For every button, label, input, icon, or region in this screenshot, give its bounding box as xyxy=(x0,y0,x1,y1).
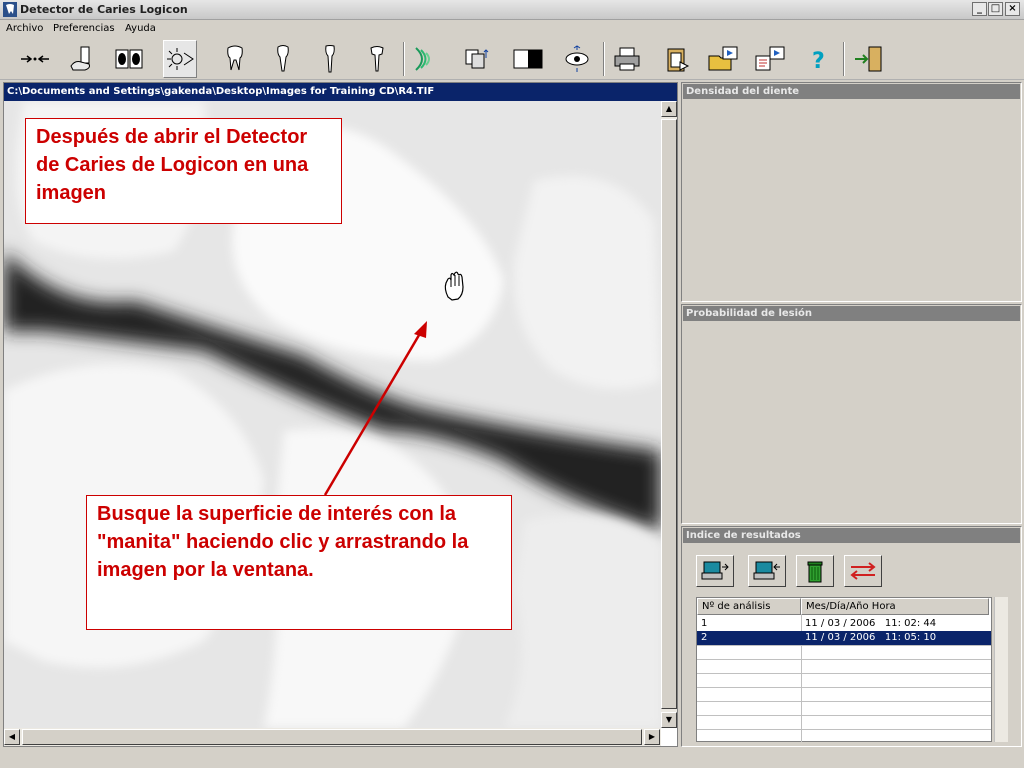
light-analysis-icon xyxy=(167,48,194,70)
image-vertical-scrollbar[interactable]: ▲ ▼ xyxy=(661,101,677,728)
help-button[interactable]: ? xyxy=(802,40,836,78)
exit-door-button[interactable] xyxy=(852,40,886,78)
save-result-icon xyxy=(753,561,780,580)
load-result-button[interactable] xyxy=(696,555,734,587)
export-report-button[interactable] xyxy=(754,40,788,78)
title-bar[interactable]: Detector de Caries Logicon _ □ × xyxy=(0,0,1024,20)
scroll-left-arrow-icon[interactable]: ◀ xyxy=(4,729,20,745)
compare-results-button[interactable] xyxy=(844,555,882,587)
image-path-title: C:\Documents and Settings\gakenda\Deskto… xyxy=(4,83,677,101)
table-row[interactable]: 1 11 / 03 / 2006 11: 02: 44 xyxy=(697,617,991,631)
app-window: Detector de Caries Logicon _ □ × Archivo… xyxy=(0,0,1024,768)
clipboard-icon xyxy=(667,48,690,72)
delete-result-button[interactable] xyxy=(796,555,834,587)
delete-trash-icon xyxy=(807,561,823,583)
window-title: Detector de Caries Logicon xyxy=(20,3,188,16)
single-root-tooth-button[interactable] xyxy=(266,40,300,78)
row-divider xyxy=(697,715,991,716)
view-eye-button[interactable] xyxy=(560,40,594,78)
menu-preferencias[interactable]: Preferencias xyxy=(53,23,115,34)
toolbar-separator xyxy=(403,42,405,76)
transfer-image-button[interactable] xyxy=(460,40,494,78)
menu-bar: Archivo Preferencias Ayuda xyxy=(0,20,1024,38)
results-table-scrollbar[interactable] xyxy=(994,597,1008,742)
view-eye-icon xyxy=(565,45,589,72)
table-row-selected[interactable]: 2 11 / 03 / 2006 11: 05: 10 xyxy=(697,631,991,645)
exit-door-icon xyxy=(855,46,882,72)
menu-ayuda[interactable]: Ayuda xyxy=(125,23,156,34)
molar-tooth-icon xyxy=(227,45,243,71)
contrast-toggle-icon xyxy=(513,49,543,69)
light-analysis-button[interactable] xyxy=(163,40,197,78)
menu-archivo[interactable]: Archivo xyxy=(6,23,43,34)
print-icon xyxy=(614,47,640,71)
row-divider xyxy=(697,645,991,646)
compare-arrows-icon xyxy=(850,562,876,580)
open-folder-button[interactable] xyxy=(707,40,741,78)
canine-tooth-button[interactable] xyxy=(360,40,394,78)
transfer-image-icon xyxy=(465,49,489,69)
row-divider xyxy=(697,729,991,730)
compare-images-icon xyxy=(115,49,143,69)
open-folder-icon xyxy=(708,46,738,71)
row-divider xyxy=(697,659,991,660)
callout-open-detector: Después de abrir el Detector de Caries d… xyxy=(25,118,342,224)
column-header-date-time[interactable]: Mes/Día/Año Hora xyxy=(801,598,989,615)
calibrate-hand-button[interactable] xyxy=(65,40,99,78)
row-datetime: 11 / 03 / 2006 11: 02: 44 xyxy=(805,618,937,629)
probability-panel: Probabilidad de lesión xyxy=(681,304,1022,524)
results-table: Nº de análisis Mes/Día/Año Hora 1 11 / 0… xyxy=(696,597,992,742)
molar-tooth-button[interactable] xyxy=(218,40,252,78)
help-icon: ? xyxy=(812,49,825,74)
print-button[interactable] xyxy=(610,40,644,78)
column-header-analysis-number[interactable]: Nº de análisis xyxy=(697,598,801,615)
canine-tooth-icon xyxy=(370,46,384,72)
toolbar-separator xyxy=(603,42,605,76)
row-analysis-number: 2 xyxy=(701,632,708,643)
clipboard-button[interactable] xyxy=(660,40,694,78)
density-wave-button[interactable] xyxy=(408,40,442,78)
results-panel-title: Indice de resultados xyxy=(683,528,1020,543)
toolbar-separator xyxy=(843,42,845,76)
density-wave-icon xyxy=(415,47,430,71)
close-button[interactable]: × xyxy=(1005,2,1020,16)
probability-panel-title: Probabilidad de lesión xyxy=(683,306,1020,321)
density-panel: Densidad del diente xyxy=(681,82,1022,302)
contrast-toggle-button[interactable] xyxy=(511,40,545,78)
premolar-tooth-button[interactable] xyxy=(313,40,347,78)
compare-images-button[interactable] xyxy=(112,40,146,78)
save-result-button[interactable] xyxy=(748,555,786,587)
maximize-button[interactable]: □ xyxy=(988,2,1003,16)
arrows-tool-icon xyxy=(21,55,49,63)
results-panel: Indice de resultados Nº de análisis Mes/… xyxy=(681,526,1022,747)
minimize-button[interactable]: _ xyxy=(972,2,987,16)
calibrate-hand-icon xyxy=(70,46,90,71)
scroll-down-arrow-icon[interactable]: ▼ xyxy=(661,712,677,728)
svg-text:?: ? xyxy=(812,49,825,74)
row-divider xyxy=(697,673,991,674)
density-panel-title: Densidad del diente xyxy=(683,84,1020,99)
arrows-tool-button[interactable] xyxy=(18,40,52,78)
row-analysis-number: 1 xyxy=(701,618,708,629)
load-result-icon xyxy=(701,561,729,580)
tooth-app-icon xyxy=(3,2,17,17)
row-datetime: 11 / 03 / 2006 11: 05: 10 xyxy=(805,632,937,643)
scroll-up-arrow-icon[interactable]: ▲ xyxy=(661,101,677,117)
export-report-icon xyxy=(755,46,785,71)
callout-drag-hand: Busque la superficie de interés con la "… xyxy=(86,495,512,630)
row-divider xyxy=(697,701,991,702)
single-root-tooth-icon xyxy=(277,45,289,72)
horizontal-scroll-thumb[interactable] xyxy=(22,729,642,745)
vertical-scroll-thumb[interactable] xyxy=(661,119,677,709)
premolar-tooth-icon xyxy=(325,45,335,73)
row-divider xyxy=(697,687,991,688)
image-horizontal-scrollbar[interactable]: ◀ ▶ xyxy=(4,728,661,746)
toolbar: ? xyxy=(0,38,1024,80)
scroll-right-arrow-icon[interactable]: ▶ xyxy=(644,729,660,745)
